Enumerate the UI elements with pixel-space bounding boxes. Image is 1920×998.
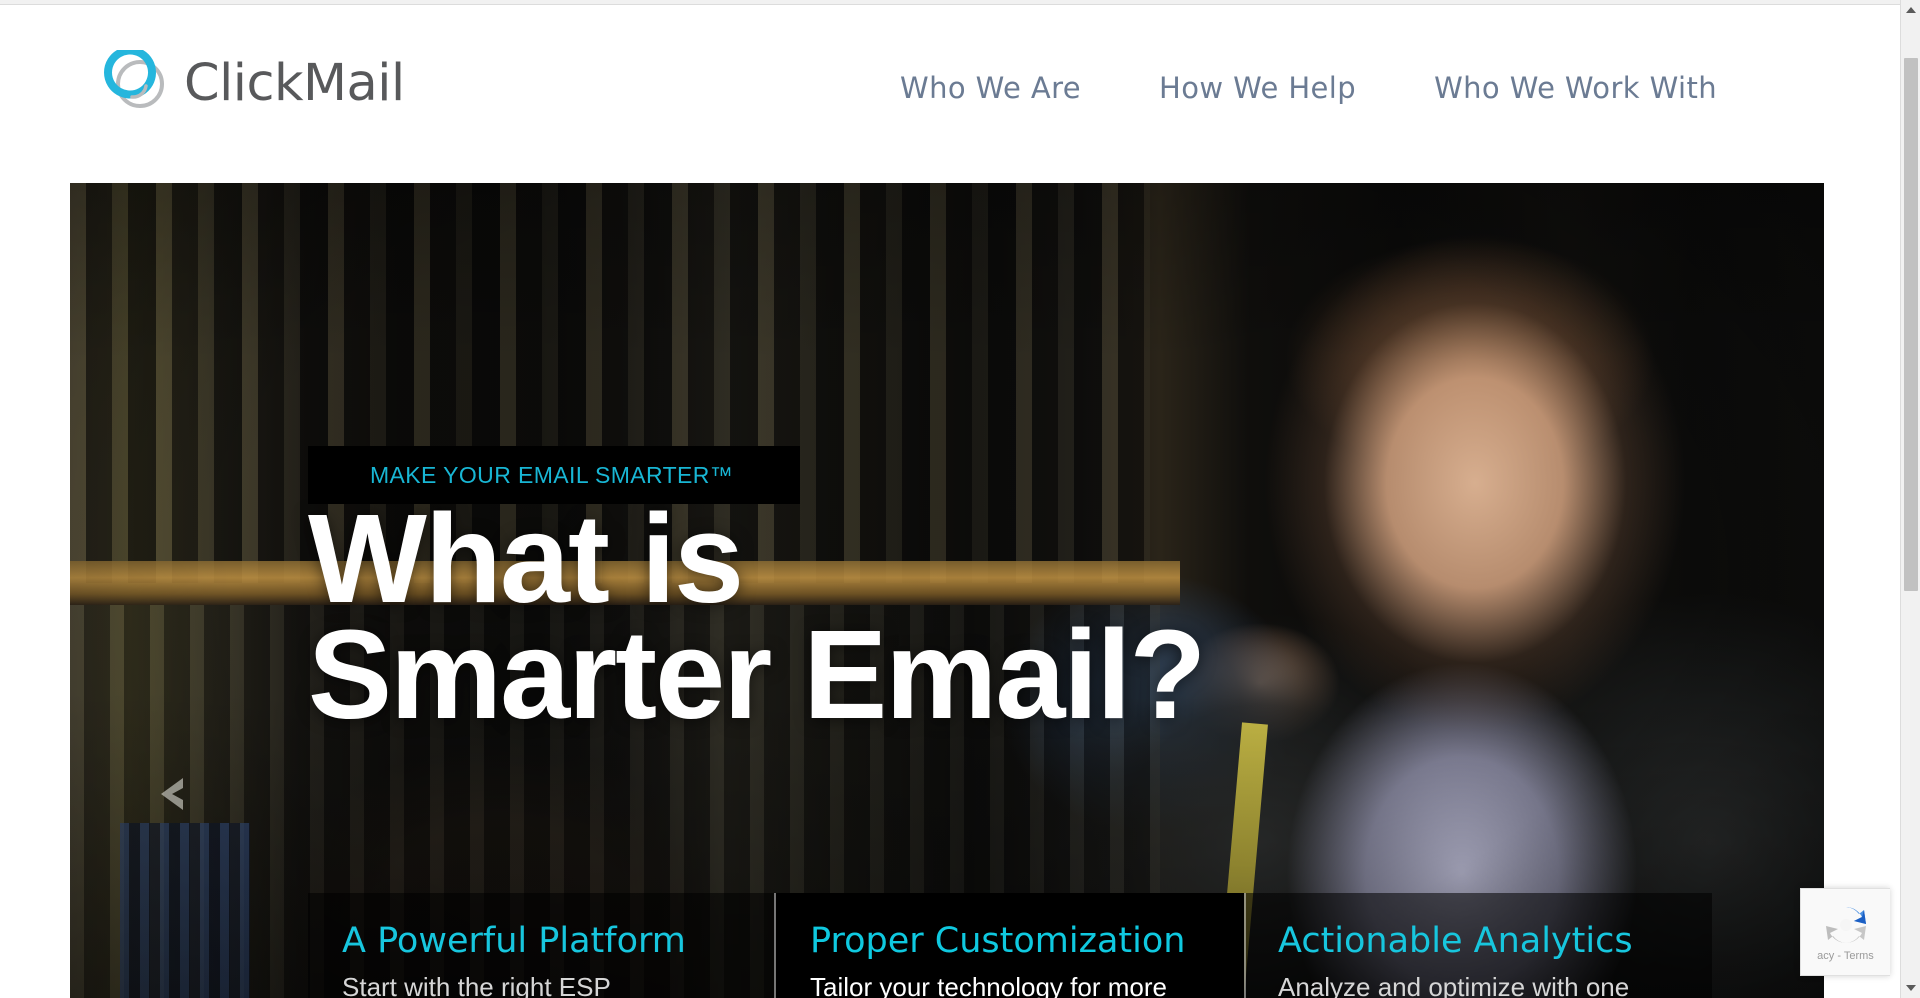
hero-title: What is Smarter Email? (308, 488, 1206, 745)
scroll-up-arrow-icon[interactable] (1901, 0, 1920, 20)
chevron-right-icon (1814, 771, 1824, 817)
clickmail-circle-logo-icon (104, 46, 170, 116)
carousel-prev-button[interactable] (152, 771, 198, 817)
carousel-next-button[interactable] (1814, 771, 1824, 817)
site-logo[interactable]: ClickMail (104, 46, 405, 116)
feature-title: A Powerful Platform (342, 921, 686, 961)
site-logo-text: ClickMail (184, 53, 405, 113)
nav-item-who-we-are[interactable]: Who We Are (900, 71, 1081, 105)
hero-carousel: MAKE YOUR EMAIL SMARTER™ What is Smarter… (70, 183, 1824, 998)
scrollbar-thumb[interactable] (1904, 58, 1918, 591)
feature-title: Actionable Analytics (1278, 921, 1633, 961)
browser-viewport: ClickMail Who We Are How We Help Who We … (0, 0, 1920, 998)
feature-column-proper-customization[interactable]: Proper Customization Tailor your technol… (776, 893, 1244, 998)
feature-column-powerful-platform[interactable]: A Powerful Platform Start with the right… (308, 893, 776, 998)
feature-title: Proper Customization (810, 921, 1186, 961)
hero-eyebrow-text: MAKE YOUR EMAIL SMARTER™ (370, 461, 734, 488)
page-scrollbar[interactable] (1900, 0, 1920, 998)
recaptcha-terms-text[interactable]: acy - Terms (1817, 950, 1874, 962)
recaptcha-logo-icon (1823, 902, 1869, 948)
nav-item-who-we-work-with[interactable]: Who We Work With (1434, 71, 1717, 105)
main-navigation: Who We Are How We Help Who We Work With (900, 71, 1717, 105)
feature-description: Tailor your technology for more relevanc… (810, 972, 1167, 998)
page-content: ClickMail Who We Are How We Help Who We … (0, 5, 1900, 998)
hero-feature-columns: A Powerful Platform Start with the right… (308, 893, 1714, 998)
scroll-down-arrow-icon[interactable] (1901, 978, 1920, 998)
feature-description: Analyze and optimize with one powerful t… (1278, 972, 1630, 998)
recaptcha-badge[interactable]: acy - Terms (1800, 888, 1890, 976)
chevron-left-icon (152, 771, 198, 817)
site-header: ClickMail Who We Are How We Help Who We … (0, 5, 1900, 183)
feature-description: Start with the right ESP (342, 972, 611, 998)
feature-column-actionable-analytics[interactable]: Actionable Analytics Analyze and optimiz… (1244, 893, 1712, 998)
nav-item-how-we-help[interactable]: How We Help (1159, 71, 1356, 105)
